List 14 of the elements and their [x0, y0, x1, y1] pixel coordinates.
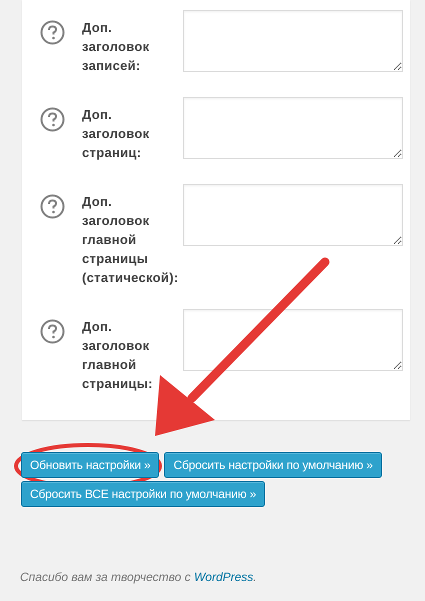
submit-button[interactable]: Обновить настройки »	[21, 452, 160, 478]
submit-button[interactable]: Сбросить настройки по умолчанию »	[164, 452, 382, 478]
help-icon[interactable]	[40, 107, 65, 132]
field-label: Доп. заголовок записей:	[82, 19, 150, 75]
field-label: Доп. заголовок страниц:	[82, 106, 150, 162]
footer-text: Спасибо вам за творчество с WordPress.	[20, 569, 257, 586]
wordpress-link[interactable]: WordPress	[194, 570, 254, 584]
text-area[interactable]	[183, 309, 403, 371]
help-icon[interactable]	[40, 194, 65, 219]
submit-button[interactable]: Сбросить ВСЕ настройки по умолчанию »	[21, 481, 266, 507]
help-icon[interactable]	[40, 20, 65, 45]
field-label: Доп. заголовок главной страницы (статической):	[82, 193, 180, 287]
field-label: Доп. заголовок главной страницы:	[82, 318, 154, 393]
help-icon[interactable]	[40, 319, 65, 344]
